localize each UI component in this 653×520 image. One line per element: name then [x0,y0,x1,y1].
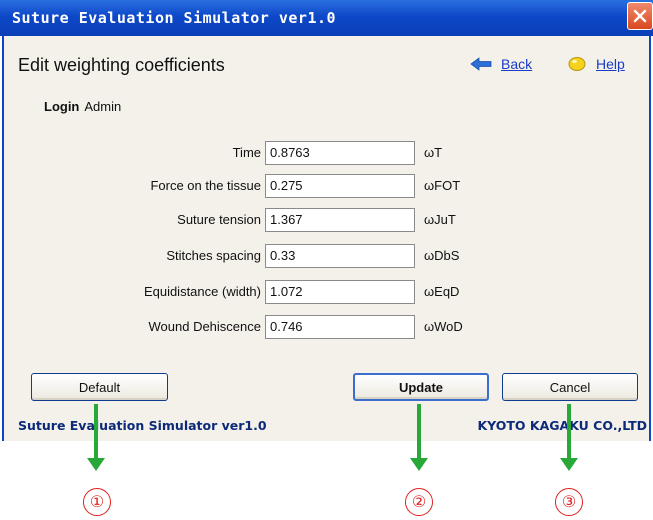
force-input[interactable]: 0.275 [265,174,415,198]
field-label: Force on the tissue [150,178,261,193]
field-row-force: Force on the tissue 0.275 ωFOT [0,174,653,198]
field-row-suture-tension: Suture tension 1.367 ωJuT [0,208,653,232]
field-unit: ωWoD [424,319,463,334]
field-unit: ωEqD [424,284,460,299]
page-title: Edit weighting coefficients [18,55,225,75]
title-bar[interactable]: Suture Evaluation Simulator ver1.0 [0,0,653,36]
login-label: Login [44,99,80,114]
callout-1: ① [83,488,111,516]
field-unit: ωDbS [424,248,460,263]
field-label: Time [232,145,261,160]
callout-3: ③ [555,488,583,516]
update-button[interactable]: Update [353,373,489,401]
arrow-3-shaft [567,404,571,459]
back-link[interactable]: Back [470,56,532,72]
arrow-1-shaft [94,404,98,459]
field-row-wound-dehiscence: Wound Dehiscence 0.746 ωWoD [0,315,653,339]
field-row-equidistance: Equidistance (width) 1.072 ωEqD [0,280,653,304]
field-label: Stitches spacing [166,248,261,263]
field-label: Equidistance (width) [143,284,261,299]
field-label: Wound Dehiscence [148,319,262,334]
field-unit: ωFOT [424,178,461,193]
login-user: Admin [84,99,122,114]
cancel-button[interactable]: Cancel [502,373,638,401]
arrow-2-head [410,458,428,471]
arrow-3-head [560,458,578,471]
equidistance-input[interactable]: 1.072 [265,280,415,304]
time-input[interactable]: 0.8763 [265,141,415,165]
back-arrow-icon [470,57,492,71]
field-row-time: Time 0.8763 ωT [0,141,653,165]
arrow-2-shaft [417,404,421,459]
help-link[interactable]: Help [568,56,625,72]
close-button[interactable] [627,2,653,30]
login-info: Login Admin [44,99,121,114]
suture-tension-input[interactable]: 1.367 [265,208,415,232]
window-title: Suture Evaluation Simulator ver1.0 [12,9,337,27]
callout-2: ② [405,488,433,516]
close-icon [633,9,647,23]
help-label: Help [596,56,625,72]
footer-company: KYOTO KAGAKU CO.,LTD [477,418,647,433]
footer-app-name: Suture Evaluation Simulator ver1.0 [18,418,267,433]
field-unit: ωT [424,145,443,160]
field-unit: ωJuT [424,212,456,227]
stitches-spacing-input[interactable]: 0.33 [265,244,415,268]
back-label: Back [501,56,533,72]
arrow-1-head [87,458,105,471]
wound-dehiscence-input[interactable]: 0.746 [265,315,415,339]
default-button[interactable]: Default [31,373,168,401]
field-label: Suture tension [177,212,261,227]
help-bulb-icon [568,57,586,71]
field-row-stitches-spacing: Stitches spacing 0.33 ωDbS [0,244,653,268]
